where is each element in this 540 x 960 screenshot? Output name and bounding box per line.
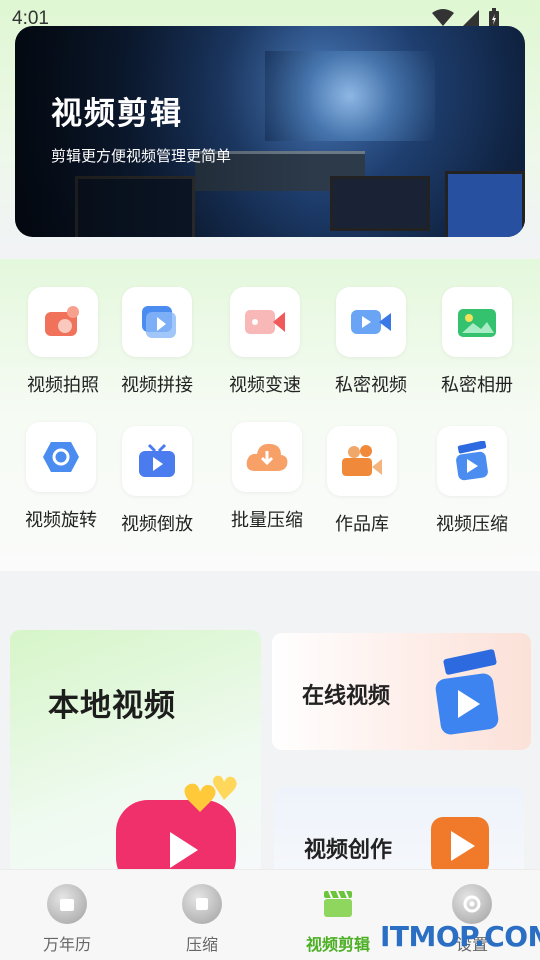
- tool-private-video[interactable]: 私密视频: [321, 287, 421, 397]
- camera-icon: [45, 306, 79, 336]
- tool-video-reverse[interactable]: 视频倒放: [107, 426, 207, 536]
- works-library-icon: [342, 445, 382, 476]
- tool-video-speed[interactable]: 视频变速: [215, 287, 315, 397]
- video-heart-icon: [116, 775, 237, 880]
- tool-label: 视频拍照: [27, 375, 99, 395]
- tool-label: 视频拼接: [121, 375, 193, 395]
- tool-video-compress[interactable]: 视频压缩: [422, 426, 522, 536]
- local-video-card[interactable]: 本地视频: [10, 630, 261, 880]
- video-join-icon: [142, 306, 176, 338]
- private-video-icon: [351, 310, 391, 334]
- banner-monitor: [330, 176, 430, 231]
- tool-label: 视频旋转: [25, 510, 97, 530]
- private-album-icon: [458, 309, 496, 337]
- online-video-title: 在线视频: [302, 683, 391, 708]
- nav-item-calendar[interactable]: 万年历: [12, 884, 122, 955]
- calendar-icon: [47, 884, 87, 924]
- video-reverse-icon: [139, 443, 175, 477]
- tool-label: 批量压缩: [231, 510, 303, 530]
- video-create-title: 视频创作: [304, 837, 393, 862]
- online-video-card[interactable]: 在线视频: [272, 633, 531, 750]
- signal-icon: [463, 10, 479, 26]
- tool-private-album[interactable]: 私密相册: [427, 287, 527, 397]
- video-edit-icon: [318, 884, 358, 924]
- tool-video-rotate[interactable]: 视频旋转: [11, 422, 111, 532]
- tool-label: 私密相册: [441, 375, 513, 395]
- tool-label: 视频倒放: [121, 514, 193, 534]
- tool-video-photo[interactable]: 视频拍照: [13, 287, 113, 397]
- video-rotate-icon: [43, 442, 79, 472]
- status-icons: [432, 8, 500, 28]
- clapper-play-icon: [435, 649, 499, 735]
- wifi-icon: [432, 9, 454, 26]
- nav-label: 万年历: [42, 937, 91, 954]
- video-speed-icon: [245, 310, 285, 334]
- play-box-icon: [431, 817, 489, 875]
- tool-video-join[interactable]: 视频拼接: [107, 287, 207, 397]
- video-compress-icon: [456, 441, 488, 481]
- watermark-text: ITMOP.COM: [380, 920, 540, 953]
- tool-label: 视频压缩: [436, 514, 508, 534]
- nav-label: 压缩: [185, 937, 218, 954]
- local-video-title: 本地视频: [48, 688, 176, 723]
- battery-icon: [489, 8, 499, 27]
- batch-compress-icon: [246, 443, 288, 471]
- tool-label: 私密视频: [335, 375, 407, 395]
- nav-item-video-edit[interactable]: 视频剪辑: [283, 884, 393, 955]
- compress-icon: [182, 884, 222, 924]
- banner-subtitle: 剪辑更方便视频管理更简单: [51, 148, 232, 165]
- banner-title: 视频剪辑: [51, 96, 183, 131]
- nav-item-compress[interactable]: 压缩: [147, 884, 257, 955]
- tool-label: 视频变速: [229, 375, 301, 395]
- nav-label: 视频剪辑: [305, 937, 370, 954]
- tool-batch-compress[interactable]: 批量压缩: [217, 422, 317, 532]
- tool-label: 作品库: [335, 514, 389, 534]
- banner-monitor: [445, 171, 525, 237]
- tools-grid: 视频拍照 视频拼接 视频变速 私密视频 私密相册 视频旋转 视频倒放 批量压缩 …: [0, 259, 540, 571]
- banner[interactable]: 视频剪辑 剪辑更方便视频管理更简单: [15, 26, 525, 237]
- settings-icon: [452, 884, 492, 924]
- tool-works-library[interactable]: 作品库: [312, 426, 412, 536]
